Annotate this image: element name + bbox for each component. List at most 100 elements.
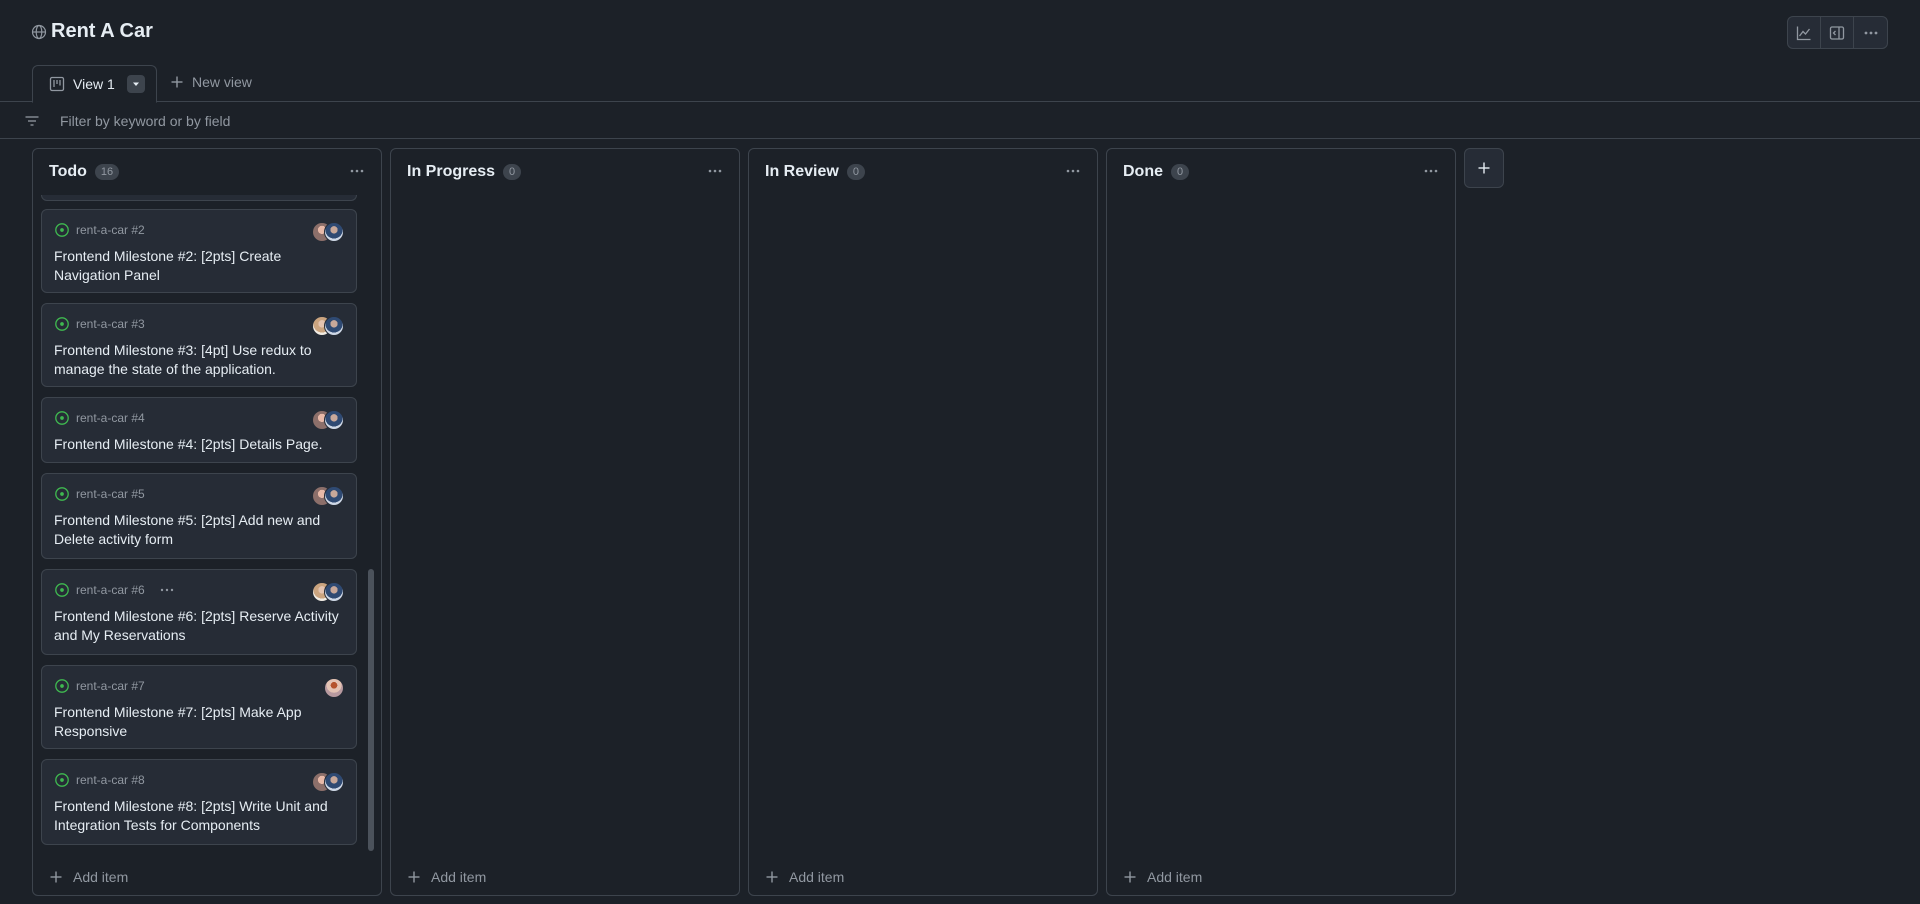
- globe-icon: [31, 24, 47, 39]
- project-actions: [1787, 16, 1888, 49]
- column-title: Todo: [49, 163, 87, 180]
- avatar[interactable]: [324, 772, 344, 792]
- kebab-horizontal-icon: [350, 169, 364, 173]
- assignees: [312, 316, 344, 336]
- card-title[interactable]: Frontend Milestone #8: [2pts] Write Unit…: [54, 797, 344, 835]
- add-item-label: Add item: [431, 869, 487, 885]
- avatar[interactable]: [324, 486, 344, 506]
- scrollbar-thumb[interactable]: [368, 569, 374, 851]
- column-menu-button[interactable]: [703, 161, 727, 181]
- issue-opened-icon: [55, 583, 69, 597]
- new-view-button[interactable]: New view: [170, 74, 252, 90]
- card-reference[interactable]: rent-a-car #2: [76, 223, 145, 237]
- plus-icon: [408, 871, 420, 883]
- column-title: In Review: [765, 163, 839, 180]
- add-item-button[interactable]: Add item: [1123, 869, 1202, 885]
- add-item-label: Add item: [1147, 869, 1203, 885]
- column-count-badge: 0: [846, 164, 865, 180]
- card-menu-icon[interactable]: [159, 582, 175, 598]
- view-tabs: View 1 New view: [0, 64, 1920, 103]
- project-title: Rent A Car: [51, 20, 153, 42]
- add-item-button[interactable]: Add item: [407, 869, 486, 885]
- issue-opened-icon: [55, 487, 69, 501]
- tab-view-1[interactable]: View 1: [32, 65, 157, 103]
- column-todo: Todo 16 rent-a-car #2 Frontend Milestone…: [32, 148, 382, 896]
- card-title[interactable]: Frontend Milestone #3: [4pt] Use redux t…: [54, 341, 344, 379]
- assignees: [312, 772, 344, 792]
- column-title: In Progress: [407, 163, 496, 180]
- assignees: [312, 582, 344, 602]
- assignees: [312, 486, 344, 506]
- column-count-badge: 0: [1171, 164, 1190, 180]
- card-title[interactable]: Frontend Milestone #5: [2pts] Add new an…: [54, 511, 344, 549]
- column-header: In Progress 0: [391, 149, 739, 195]
- filter-icon: [25, 116, 39, 126]
- card-reference[interactable]: rent-a-car #5: [76, 487, 145, 501]
- avatar[interactable]: [324, 316, 344, 336]
- plus-icon: [50, 871, 62, 883]
- issue-opened-icon: [55, 317, 69, 331]
- column-count-badge: 16: [94, 164, 120, 180]
- project-title-group: Rent A Car: [31, 20, 153, 43]
- column-header: In Review 0: [749, 149, 1097, 195]
- column-in-progress: In Progress 0 Add item: [390, 148, 740, 896]
- issue-opened-icon: [55, 773, 69, 787]
- tab-label: View 1: [73, 76, 115, 92]
- kebab-horizontal-icon: [1424, 169, 1438, 173]
- card-reference[interactable]: rent-a-car #3: [76, 317, 145, 331]
- sidebar-icon: [1829, 25, 1845, 40]
- card-rent-a-car-2[interactable]: rent-a-car #2 Frontend Milestone #2: [2p…: [41, 209, 357, 293]
- card-title[interactable]: Frontend Milestone #6: [2pts] Reserve Ac…: [54, 607, 344, 645]
- plus-icon: [1478, 162, 1490, 174]
- column-menu-button[interactable]: [345, 161, 369, 181]
- column-in-review: In Review 0 Add item: [748, 148, 1098, 896]
- card-reference[interactable]: rent-a-car #7: [76, 679, 145, 693]
- column-menu-button[interactable]: [1419, 161, 1443, 181]
- issue-opened-icon: [55, 679, 69, 693]
- assignees: [312, 222, 344, 242]
- add-item-label: Add item: [73, 869, 129, 885]
- plus-icon: [766, 871, 778, 883]
- column-scrollbar[interactable]: [367, 195, 375, 855]
- card-rent-a-car-6[interactable]: rent-a-car #6 Frontend Milestone #6: [2p…: [41, 569, 357, 655]
- plus-icon: [1124, 871, 1136, 883]
- card-rent-a-car-5[interactable]: rent-a-car #5 Frontend Milestone #5: [2p…: [41, 473, 357, 559]
- avatar[interactable]: [324, 222, 344, 242]
- filter-input[interactable]: [60, 108, 860, 134]
- project-menu-button[interactable]: [1854, 17, 1887, 48]
- kebab-horizontal-icon: [1066, 169, 1080, 173]
- card-title[interactable]: Frontend Milestone #4: [2pts] Details Pa…: [54, 435, 344, 454]
- filter-bar: [0, 103, 1920, 139]
- avatar[interactable]: [324, 582, 344, 602]
- avatar[interactable]: [324, 678, 344, 698]
- card-rent-a-car-8[interactable]: rent-a-car #8 Frontend Milestone #8: [2p…: [41, 759, 357, 845]
- assignees: [324, 678, 344, 698]
- card-rent-a-car-3[interactable]: rent-a-car #3 Frontend Milestone #3: [4p…: [41, 303, 357, 387]
- card-reference[interactable]: rent-a-car #4: [76, 411, 145, 425]
- card-reference[interactable]: rent-a-car #8: [76, 773, 145, 787]
- column-count-badge: 0: [503, 164, 522, 180]
- avatar[interactable]: [324, 410, 344, 430]
- plus-icon: [171, 76, 183, 88]
- view-options-button[interactable]: [126, 75, 145, 93]
- column-header: Done 0: [1107, 149, 1455, 195]
- kebab-horizontal-icon: [708, 169, 722, 173]
- add-item-button[interactable]: Add item: [765, 869, 844, 885]
- card-title[interactable]: Frontend Milestone #7: [2pts] Make App R…: [54, 703, 344, 741]
- card-title[interactable]: Frontend Milestone #2: [2pts] Create Nav…: [54, 247, 344, 285]
- insights-button[interactable]: [1788, 17, 1821, 48]
- project-board-icon: [49, 76, 65, 92]
- card-partial[interactable]: [41, 195, 357, 201]
- card-rent-a-car-4[interactable]: rent-a-car #4 Frontend Milestone #4: [2p…: [41, 397, 357, 463]
- add-column-button[interactable]: [1464, 148, 1504, 188]
- column-done: Done 0 Add item: [1106, 148, 1456, 896]
- add-item-button[interactable]: Add item: [49, 869, 128, 885]
- toggle-sidebar-button[interactable]: [1821, 17, 1854, 48]
- column-title: Done: [1123, 163, 1163, 180]
- column-header: Todo 16: [33, 149, 381, 195]
- card-rent-a-car-7[interactable]: rent-a-car #7 Frontend Milestone #7: [2p…: [41, 665, 357, 749]
- column-menu-button[interactable]: [1061, 161, 1085, 181]
- graph-icon: [1796, 26, 1811, 40]
- card-reference[interactable]: rent-a-car #6: [76, 583, 145, 597]
- project-header: Rent A Car: [0, 0, 1920, 64]
